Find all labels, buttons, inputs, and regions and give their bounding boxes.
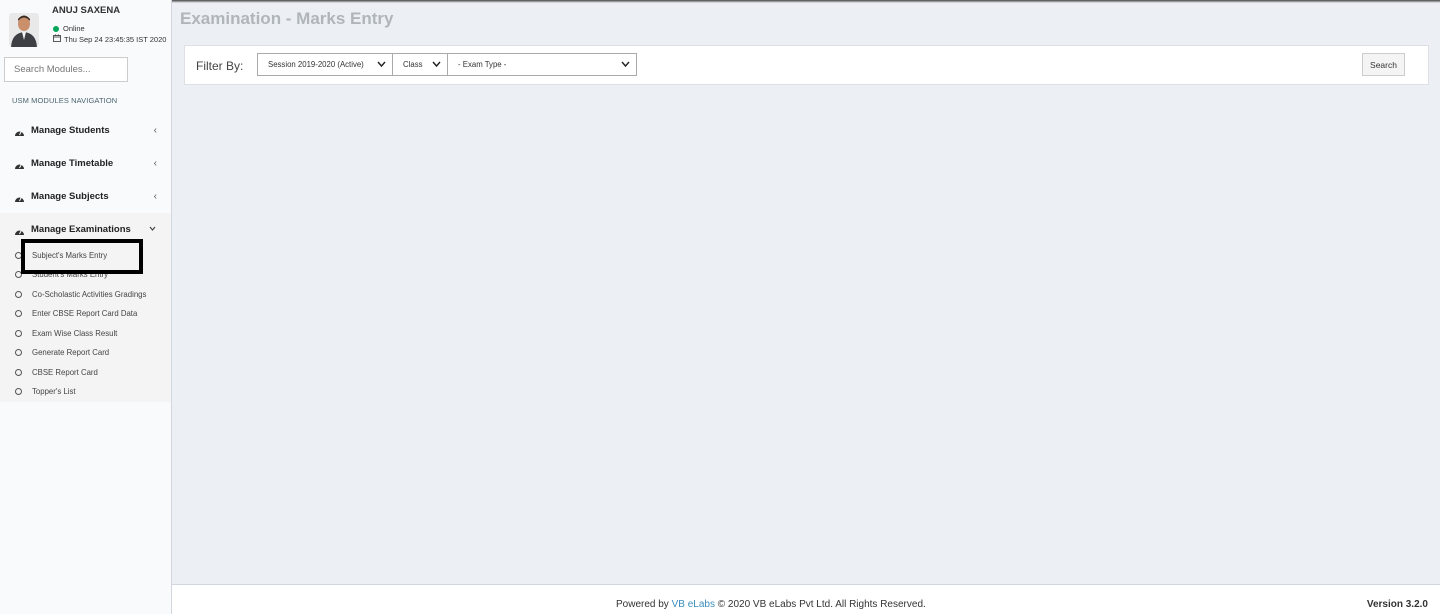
submenu-label: Subject's Marks Entry <box>32 251 108 260</box>
circle-icon <box>15 388 22 395</box>
submenu-label: Co-Scholastic Activities Gradings <box>32 290 147 299</box>
footer-powered-by: Powered by <box>616 599 669 610</box>
submenu-item-toppers-list[interactable]: Topper's List <box>0 382 171 401</box>
footer-copyright: © 2020 VB eLabs Pvt Ltd. All Rights Rese… <box>717 599 926 610</box>
filter-label: Filter By: <box>196 59 244 73</box>
submenu-item-enter-cbse-report-card-data[interactable]: Enter CBSE Report Card Data <box>0 304 171 323</box>
submenu-label: Student's Marks Entry <box>32 270 109 279</box>
nav-label: Manage Subjects <box>31 191 109 202</box>
footer-text: Powered by VB eLabs © 2020 VB eLabs Pvt … <box>616 599 926 610</box>
datetime-text: Thu Sep 24 23:45:35 IST 2020 <box>64 34 167 44</box>
nav-label: Manage Examinations <box>31 224 131 235</box>
submenu-label: CBSE Report Card <box>32 368 98 377</box>
submenu-item-subjects-marks-entry[interactable]: Subject's Marks Entry <box>0 246 171 265</box>
dashboard-icon <box>14 224 25 235</box>
session-select[interactable]: Session 2019-2020 (Active) <box>257 53 393 76</box>
calendar-icon <box>53 34 61 44</box>
nav-item-manage-timetable[interactable]: Manage Timetable ‹ <box>0 147 171 180</box>
chevron-down-icon <box>621 61 630 68</box>
submenu-item-students-marks-entry[interactable]: Student's Marks Entry <box>0 265 171 284</box>
class-select-value: Class <box>403 60 423 69</box>
submenu-label: Enter CBSE Report Card Data <box>32 309 138 318</box>
class-select[interactable]: Class <box>392 53 448 76</box>
sidebar: ANUJ SAXENA Online Thu Sep 24 23:45:35 I… <box>0 0 172 614</box>
footer-vb-elabs-link[interactable]: VB eLabs <box>672 599 715 610</box>
status-text: Online <box>63 24 85 33</box>
user-panel: ANUJ SAXENA Online Thu Sep 24 23:45:35 I… <box>0 0 171 52</box>
submenu-label: Topper's List <box>32 387 76 396</box>
circle-icon <box>15 349 22 356</box>
chevron-down-icon <box>148 224 157 236</box>
examinations-submenu: Subject's Marks Entry Student's Marks En… <box>0 246 171 402</box>
online-status-icon <box>53 25 59 32</box>
dashboard-icon <box>14 158 25 169</box>
top-shadow <box>172 0 1440 3</box>
chevron-left-icon: ‹ <box>153 125 157 136</box>
circle-icon <box>15 252 22 259</box>
search-modules-input[interactable] <box>4 57 128 82</box>
chevron-down-icon <box>432 61 441 68</box>
nav-item-manage-students[interactable]: Manage Students ‹ <box>0 114 171 147</box>
user-status: Online <box>53 24 85 33</box>
chevron-left-icon: ‹ <box>153 191 157 202</box>
version-label: Version 3.2.0 <box>1367 599 1428 610</box>
nav-item-manage-examinations[interactable]: Manage Examinations <box>0 213 171 246</box>
exam-type-select-value: - Exam Type - <box>458 60 507 69</box>
nav-header: USM MODULES NAVIGATION <box>12 96 118 105</box>
submenu-item-exam-wise-class-result[interactable]: Exam Wise Class Result <box>0 324 171 343</box>
version-text: Version 3.2.0 <box>1366 599 1428 610</box>
exam-type-select[interactable]: - Exam Type - <box>447 53 637 76</box>
submenu-item-cbse-report-card[interactable]: CBSE Report Card <box>0 363 171 382</box>
session-select-value: Session 2019-2020 (Active) <box>268 60 364 69</box>
circle-icon <box>15 291 22 298</box>
circle-icon <box>15 369 22 376</box>
submenu-label: Generate Report Card <box>32 348 110 357</box>
avatar[interactable] <box>9 13 39 47</box>
nav-label: Manage Students <box>31 125 110 136</box>
circle-icon <box>15 310 22 317</box>
user-datetime: Thu Sep 24 23:45:35 IST 2020 <box>53 34 166 44</box>
page-title: Examination - Marks Entry <box>180 9 394 28</box>
submenu-label: Exam Wise Class Result <box>32 329 118 338</box>
dashboard-icon <box>14 125 25 136</box>
chevron-left-icon: ‹ <box>153 158 157 169</box>
user-name: ANUJ SAXENA <box>52 5 121 16</box>
dashboard-icon <box>14 191 25 202</box>
submenu-item-generate-report-card[interactable]: Generate Report Card <box>0 343 171 362</box>
nav-label: Manage Timetable <box>31 158 114 169</box>
filter-box: Filter By: Session 2019-2020 (Active) Cl… <box>184 45 1429 85</box>
submenu-item-co-scholastic-gradings[interactable]: Co-Scholastic Activities Gradings <box>0 285 171 304</box>
circle-icon <box>15 271 22 278</box>
circle-icon <box>15 330 22 337</box>
chevron-down-icon <box>377 61 386 68</box>
footer: Powered by VB eLabs © 2020 VB eLabs Pvt … <box>172 584 1440 614</box>
search-button[interactable]: Search <box>1362 53 1405 76</box>
nav-item-manage-subjects[interactable]: Manage Subjects ‹ <box>0 180 171 213</box>
